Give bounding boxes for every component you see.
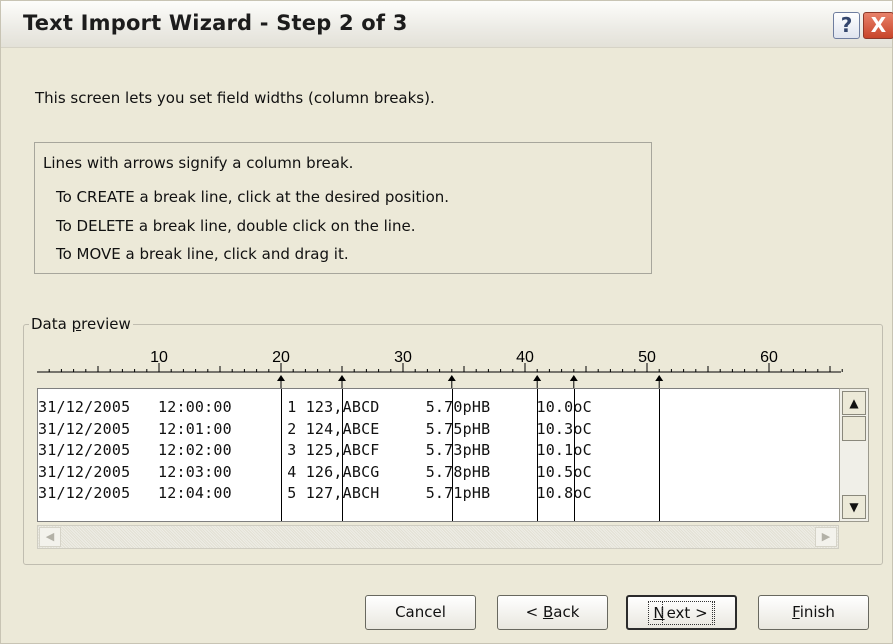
scroll-up-icon[interactable]: ▲ bbox=[842, 391, 866, 415]
scroll-down-icon[interactable]: ▼ bbox=[842, 495, 866, 519]
finish-access-key: F bbox=[792, 603, 800, 621]
ruler-label: 10 bbox=[150, 349, 168, 366]
back-access-key: B bbox=[542, 603, 554, 621]
scroll-left-icon[interactable]: ◀ bbox=[39, 527, 61, 547]
next-label: Next > bbox=[648, 601, 715, 625]
scroll-thumb[interactable] bbox=[842, 416, 866, 441]
ruler-label: 20 bbox=[272, 349, 290, 366]
ruler-label: 60 bbox=[760, 349, 778, 366]
back-rest: ack bbox=[553, 603, 580, 621]
preview-row: 31/12/2005 12:00:00 1 123,ABCD 5.70pHB 1… bbox=[38, 398, 592, 416]
finish-rest: inish bbox=[799, 603, 835, 621]
text-import-wizard-dialog: Text Import Wizard - Step 2 of 3 ? X Thi… bbox=[0, 0, 893, 644]
preview-row: 31/12/2005 12:02:00 3 125,ABCF 5.73pHB 1… bbox=[38, 441, 592, 459]
back-prefix: < bbox=[525, 603, 543, 621]
next-rest: ext > bbox=[661, 601, 713, 625]
vertical-scrollbar[interactable]: ▲ ▼ bbox=[839, 388, 869, 522]
next-access-key: N bbox=[653, 604, 665, 622]
preview-row: 31/12/2005 12:04:00 5 127,ABCH 5.71pHB 1… bbox=[38, 484, 592, 502]
horizontal-scrollbar[interactable]: ◀ ▶ bbox=[37, 525, 839, 549]
ruler-label: 50 bbox=[638, 349, 656, 366]
back-button[interactable]: < Back bbox=[497, 595, 608, 630]
scroll-right-icon[interactable]: ▶ bbox=[815, 527, 837, 547]
column-ruler[interactable]: 10 20 30 40 50 60 bbox=[1, 1, 893, 401]
ruler-label: 40 bbox=[516, 349, 534, 366]
finish-button[interactable]: Finish bbox=[758, 595, 869, 630]
cancel-button[interactable]: Cancel bbox=[365, 595, 476, 630]
preview-row: 31/12/2005 12:03:00 4 126,ABCG 5.78pHB 1… bbox=[38, 462, 592, 481]
data-preview-pane[interactable]: 31/12/2005 12:00:00 1 123,ABCD 5.70pHB 1… bbox=[37, 388, 839, 522]
ruler-label: 30 bbox=[394, 349, 412, 366]
column-break-line[interactable] bbox=[659, 389, 661, 521]
preview-row: 31/12/2005 12:01:00 2 124,ABCE 5.75pHB 1… bbox=[38, 419, 592, 438]
next-button[interactable]: Next > bbox=[626, 595, 737, 630]
